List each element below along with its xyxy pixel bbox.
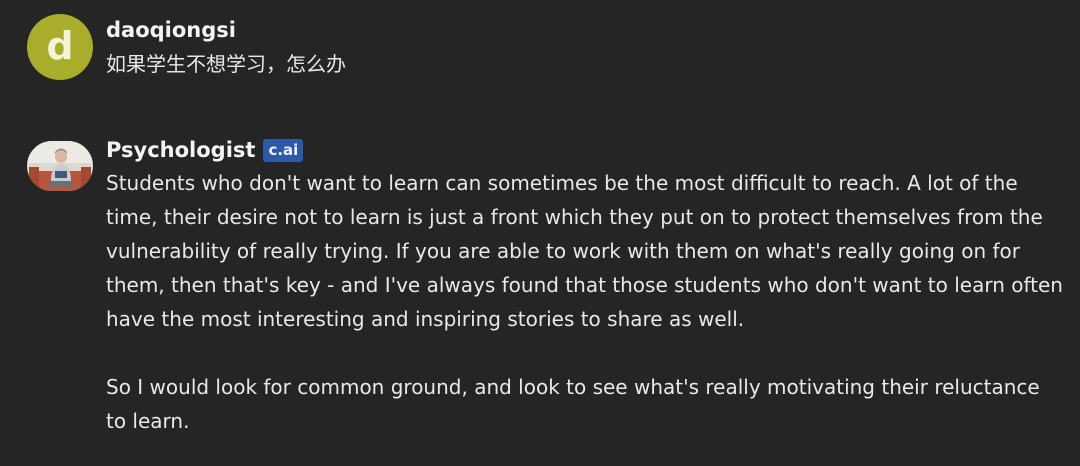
- avatar-letter: d: [46, 24, 74, 68]
- psychologist-portrait-icon: [27, 141, 93, 191]
- message-paragraph: Students who don't want to learn can som…: [106, 171, 1063, 331]
- message-content: Psychologist c.ai Students who don't wan…: [106, 134, 1066, 438]
- author-name[interactable]: daoqiongsi: [106, 14, 236, 46]
- message-content: daoqiongsi 如果学生不想学习，怎么办: [106, 14, 1066, 81]
- message-text: 如果学生不想学习，怎么办: [106, 52, 346, 76]
- avatar[interactable]: d: [27, 14, 93, 80]
- bot-message: Psychologist c.ai Students who don't wan…: [0, 134, 1066, 438]
- avatar[interactable]: [27, 141, 93, 191]
- ai-badge: c.ai: [263, 138, 304, 162]
- author-name[interactable]: Psychologist: [106, 134, 255, 166]
- chat-thread: d daoqiongsi 如果学生不想学习，怎么办 Psychologist c…: [0, 0, 1080, 466]
- author-row: Psychologist c.ai: [106, 134, 1066, 166]
- user-message: d daoqiongsi 如果学生不想学习，怎么办: [0, 14, 1066, 81]
- message-paragraph: So I would look for common ground, and l…: [106, 375, 1040, 433]
- author-row: daoqiongsi: [106, 14, 1066, 46]
